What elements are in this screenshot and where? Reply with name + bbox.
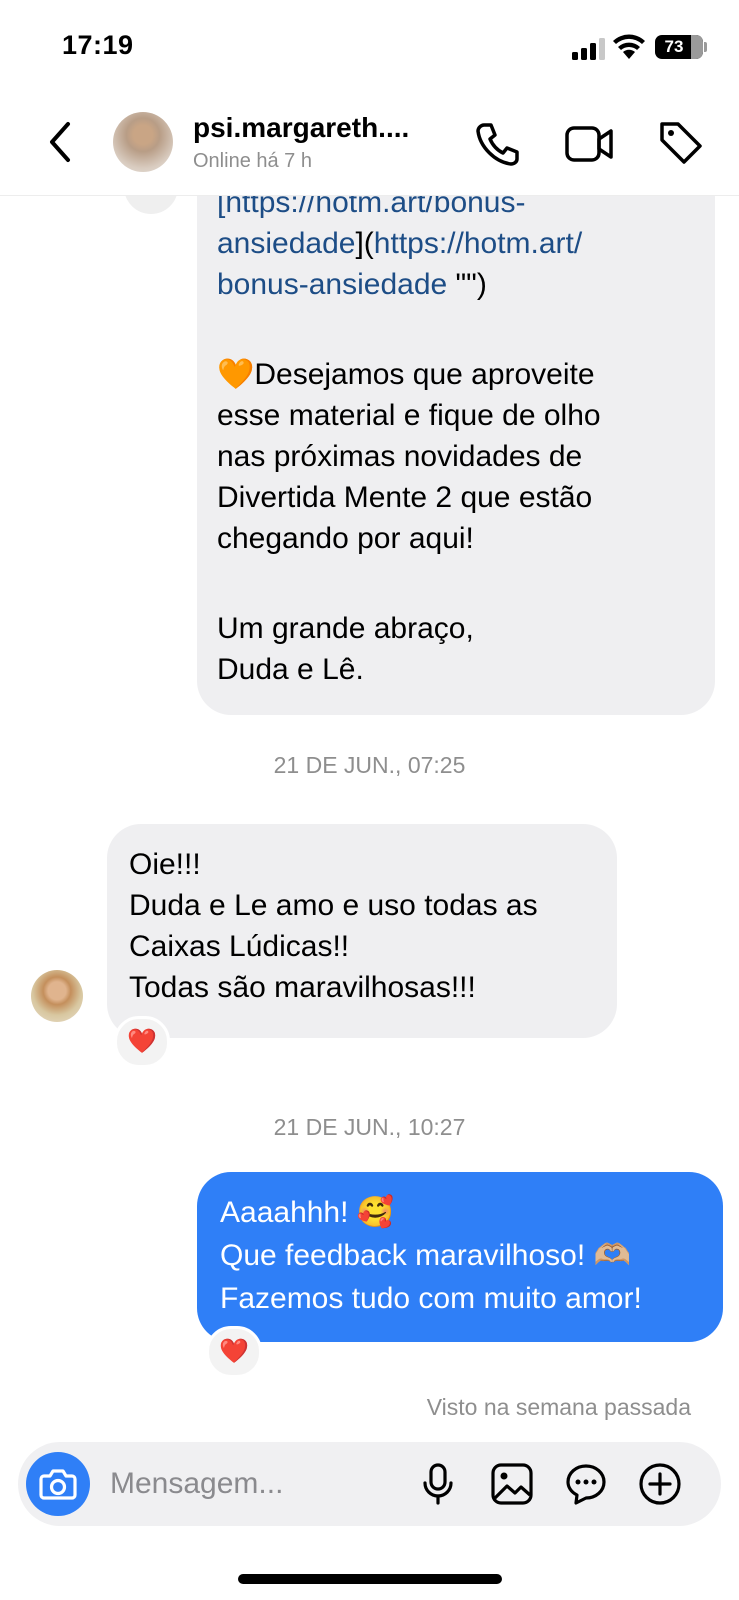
camera-icon xyxy=(39,1469,77,1500)
message-paragraph: Desejamos que aproveite esse material e … xyxy=(217,358,601,555)
tag-icon[interactable] xyxy=(656,118,704,166)
message-text: 🧡Desejamos que aproveite esse material e… xyxy=(217,354,601,559)
plus-icon[interactable] xyxy=(638,1462,682,1506)
message-input[interactable] xyxy=(108,1460,402,1508)
message-line: Fazemos tudo com muito amor! xyxy=(220,1282,642,1315)
message-link[interactable]: ansiedade xyxy=(217,227,355,260)
contact-avatar-small[interactable] xyxy=(31,970,83,1022)
message-text: Oie!!! Duda e Le amo e uso todas as Caix… xyxy=(129,848,538,1004)
message-bubble-received-2[interactable]: Oie!!! Duda e Le amo e uso todas as Caix… xyxy=(107,824,617,1038)
chat-header xyxy=(0,95,739,196)
seen-status: Visto na semana passada xyxy=(426,1394,691,1420)
message-link[interactable]: https://hotm.art/ xyxy=(374,227,582,260)
contact-avatar[interactable] xyxy=(113,112,173,172)
contact-status: Online há 7 h xyxy=(193,150,312,172)
wifi-icon xyxy=(613,34,645,59)
video-icon[interactable] xyxy=(564,122,614,166)
message-text: "") xyxy=(447,268,487,301)
microphone-icon[interactable] xyxy=(416,1462,460,1506)
message-line: Aaaahhh! 🥰 xyxy=(220,1196,395,1229)
camera-button[interactable] xyxy=(26,1452,90,1516)
clock: 17:19 xyxy=(62,30,134,60)
battery-level: 73 xyxy=(664,37,684,56)
sticker-icon[interactable] xyxy=(564,1462,608,1506)
gallery-icon[interactable] xyxy=(490,1462,534,1506)
contact-name[interactable]: psi.margareth.... xyxy=(193,112,409,144)
message-link[interactable]: bonus-ansiedade xyxy=(217,268,447,301)
heart-reaction[interactable]: ❤️ xyxy=(114,1016,170,1068)
message-text: ]( xyxy=(355,227,374,260)
message-paragraph: Um grande abraço, Duda e Lê. xyxy=(217,612,474,686)
orange-heart-emoji: 🧡 xyxy=(217,358,255,391)
message-bubble-sent[interactable]: Aaaahhh! 🥰 Que feedback maravilhoso! 🫶🏼 … xyxy=(197,1172,723,1342)
back-icon[interactable] xyxy=(42,118,78,166)
phone-icon[interactable] xyxy=(474,120,522,168)
heart-reaction[interactable]: ❤️ xyxy=(206,1326,262,1378)
signal-icon xyxy=(572,38,605,60)
timestamp-divider: 21 DE JUN., 07:25 xyxy=(273,752,466,778)
home-indicator[interactable] xyxy=(238,1574,502,1584)
battery-cap xyxy=(704,42,707,52)
message-links: [https://hotm.art/bonus- ansiedade](http… xyxy=(217,182,582,305)
message-line: Que feedback maravilhoso! 🫶🏼 xyxy=(220,1239,631,1272)
message-bubble-received-1[interactable]: [https://hotm.art/bonus- ansiedade](http… xyxy=(197,150,715,715)
timestamp-divider: 21 DE JUN., 10:27 xyxy=(273,1114,466,1140)
status-bar: 17:19 73 xyxy=(0,0,739,95)
battery-icon: 73 xyxy=(655,35,703,59)
